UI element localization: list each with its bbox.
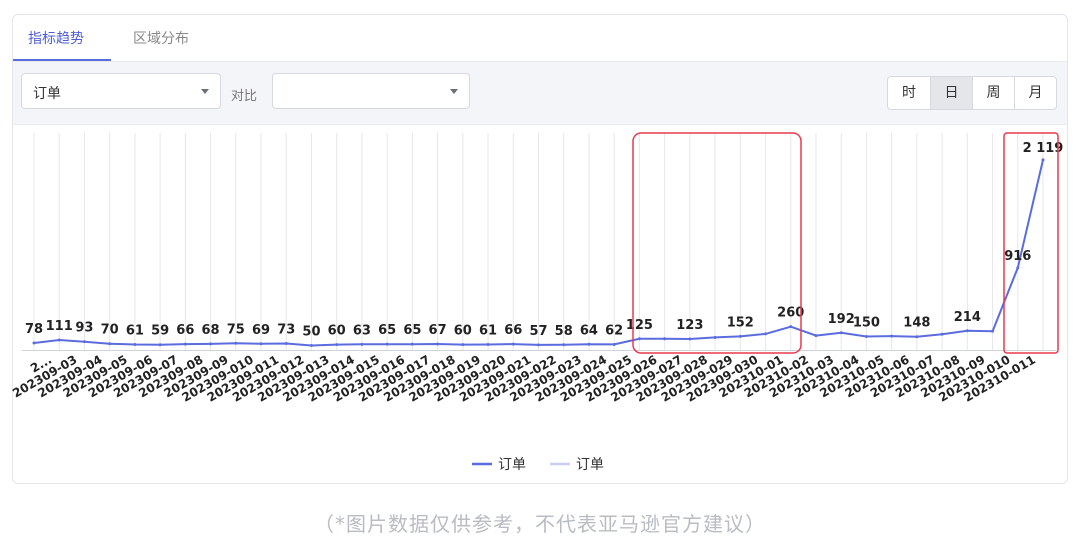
data-point	[864, 335, 868, 339]
data-point	[764, 332, 768, 336]
data-label: 63	[353, 323, 371, 338]
data-label: 64	[580, 323, 598, 338]
data-label: 59	[151, 324, 169, 339]
data-point	[259, 342, 263, 346]
data-point	[839, 331, 843, 335]
data-point	[360, 342, 364, 346]
data-point	[1016, 266, 1020, 270]
data-point	[562, 343, 566, 347]
data-point	[234, 341, 238, 345]
data-label: 50	[302, 325, 320, 340]
data-label: 66	[176, 323, 194, 338]
data-point	[511, 342, 515, 346]
data-label: 61	[479, 324, 497, 339]
data-point	[158, 343, 162, 347]
data-label: 57	[529, 324, 547, 339]
data-point	[410, 342, 414, 346]
data-point	[486, 343, 490, 347]
data-point	[814, 334, 818, 338]
data-point	[82, 340, 86, 344]
data-label: 214	[954, 310, 981, 325]
highlight-box-oct-end	[1003, 132, 1059, 354]
data-label: 125	[626, 318, 653, 333]
data-point	[789, 325, 793, 329]
data-point	[713, 335, 717, 339]
data-point	[108, 342, 112, 346]
data-point	[57, 338, 61, 342]
data-label: 192	[828, 312, 855, 327]
data-point	[637, 337, 641, 341]
legend-label: 订单	[576, 457, 604, 473]
data-point	[991, 329, 995, 333]
data-point	[335, 343, 339, 347]
data-point	[965, 329, 969, 333]
data-point	[738, 334, 742, 338]
data-label: 61	[126, 324, 144, 339]
data-point	[309, 344, 313, 348]
data-point	[32, 341, 36, 345]
disclaimer-footnote: （*图片数据仅供参考，不代表亚马逊官方建议）	[314, 512, 766, 536]
data-label: 66	[504, 323, 522, 338]
data-label: 68	[202, 323, 220, 338]
data-point	[284, 341, 288, 345]
data-point	[587, 342, 591, 346]
data-label: 65	[378, 323, 396, 338]
data-point	[436, 342, 440, 346]
data-label: 58	[555, 324, 573, 339]
data-point	[537, 343, 540, 347]
data-point	[612, 342, 616, 346]
data-point	[688, 337, 692, 341]
highlight-box-sept-end	[632, 132, 802, 354]
data-point	[183, 342, 187, 346]
data-label: 60	[328, 324, 346, 339]
data-label: 150	[853, 316, 880, 331]
data-label: 60	[454, 324, 472, 339]
data-label: 70	[101, 323, 119, 338]
data-point	[133, 343, 137, 347]
data-label: 69	[252, 323, 270, 338]
data-label: 67	[429, 323, 447, 338]
data-label: 93	[75, 321, 93, 336]
legend-label: 订单	[498, 457, 526, 473]
data-label: 73	[277, 322, 295, 337]
data-point	[890, 334, 894, 338]
data-label: 152	[727, 315, 754, 330]
data-point	[1041, 158, 1045, 162]
line-chart: 78 111 93 70 61 59 66 68 75 69 73 50 60 63 65 65 67 60 61 6…	[10, 132, 1063, 473]
data-label: 78	[25, 322, 43, 337]
data-point	[461, 343, 465, 347]
data-label: 62	[605, 323, 623, 338]
data-label: 148	[903, 316, 930, 331]
data-point	[209, 342, 213, 346]
data-label: 123	[676, 318, 703, 333]
data-label: 111	[46, 319, 73, 334]
data-point	[385, 342, 389, 346]
data-point	[915, 335, 919, 339]
data-point	[940, 332, 944, 336]
data-label: 75	[227, 322, 245, 337]
data-label: 65	[403, 323, 421, 338]
data-label: 916	[1004, 249, 1031, 264]
data-label: 260	[777, 306, 804, 321]
data-point	[663, 337, 667, 341]
